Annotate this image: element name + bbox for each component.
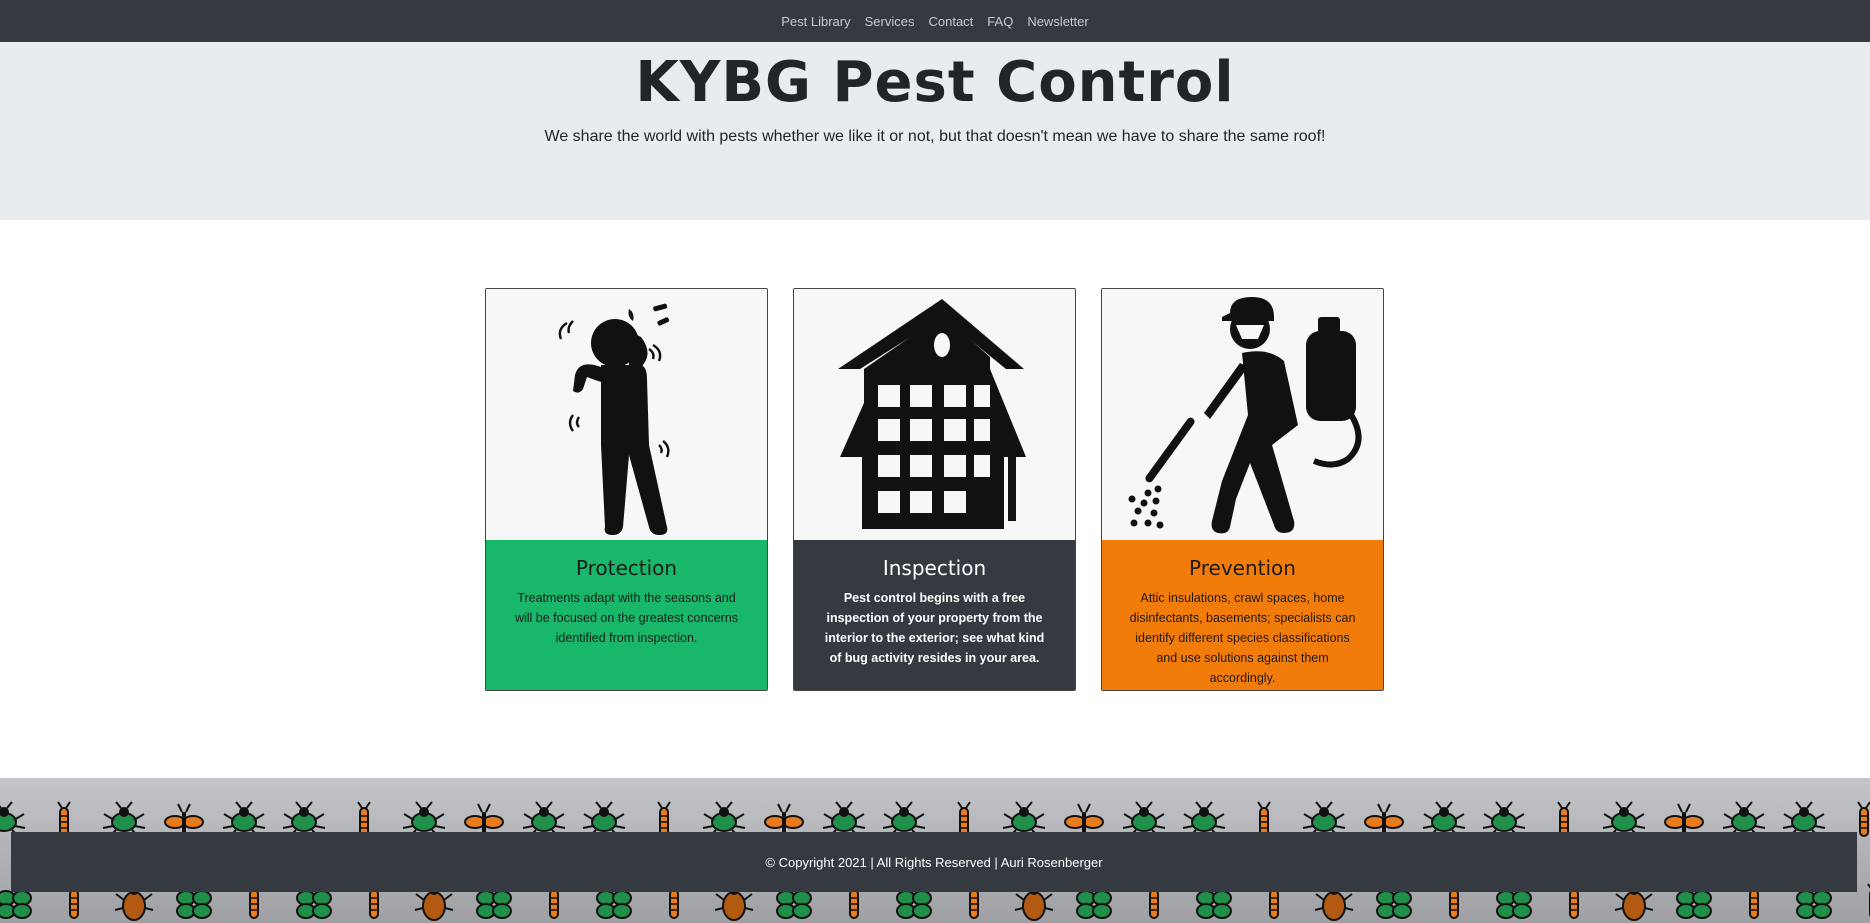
card-body-protection: Protection Treatments adapt with the sea… <box>486 540 767 690</box>
top-navbar: Pest Library Services Contact FAQ Newsle… <box>0 0 1870 42</box>
nav-link-services[interactable]: Services <box>865 14 915 29</box>
card-image-inspection <box>794 289 1075 540</box>
footer-copyright: © Copyright 2021 | All Rights Reserved |… <box>765 854 1103 870</box>
card-title-protection: Protection <box>575 556 678 580</box>
card-image-protection <box>486 289 767 540</box>
card-body-inspection: Inspection Pest control begins with a fr… <box>794 540 1075 690</box>
exterminator-sprayer-icon <box>1128 296 1361 533</box>
service-card-prevention: Prevention Attic insulations, crawl spac… <box>1101 288 1384 691</box>
card-body-prevention: Prevention Attic insulations, crawl spac… <box>1102 540 1383 690</box>
card-title-inspection: Inspection <box>882 556 987 580</box>
nav-link-faq[interactable]: FAQ <box>987 14 1013 29</box>
nav-link-newsletter[interactable]: Newsletter <box>1027 14 1088 29</box>
card-title-prevention: Prevention <box>1189 556 1296 580</box>
card-image-prevention <box>1102 289 1383 540</box>
page-title: KYBG Pest Control <box>635 50 1235 115</box>
card-text-inspection: Pest control begins with a free inspecti… <box>824 591 1045 665</box>
card-text-protection: Treatments adapt with the seasons and wi… <box>514 591 739 645</box>
footer-bar: © Copyright 2021 | All Rights Reserved |… <box>11 832 1857 892</box>
itchy-person-icon <box>558 303 670 535</box>
house-icon <box>837 298 1026 529</box>
nav-link-contact[interactable]: Contact <box>928 14 973 29</box>
card-text-prevention: Attic insulations, crawl spaces, home di… <box>1129 591 1356 685</box>
service-card-protection: Protection Treatments adapt with the sea… <box>485 288 768 691</box>
service-card-inspection: Inspection Pest control begins with a fr… <box>793 288 1076 691</box>
hero-jumbotron: KYBG Pest Control We share the world wit… <box>0 42 1870 220</box>
hero-tagline: We share the world with pests whether we… <box>544 128 1326 145</box>
nav-link-pest-library[interactable]: Pest Library <box>781 14 850 29</box>
